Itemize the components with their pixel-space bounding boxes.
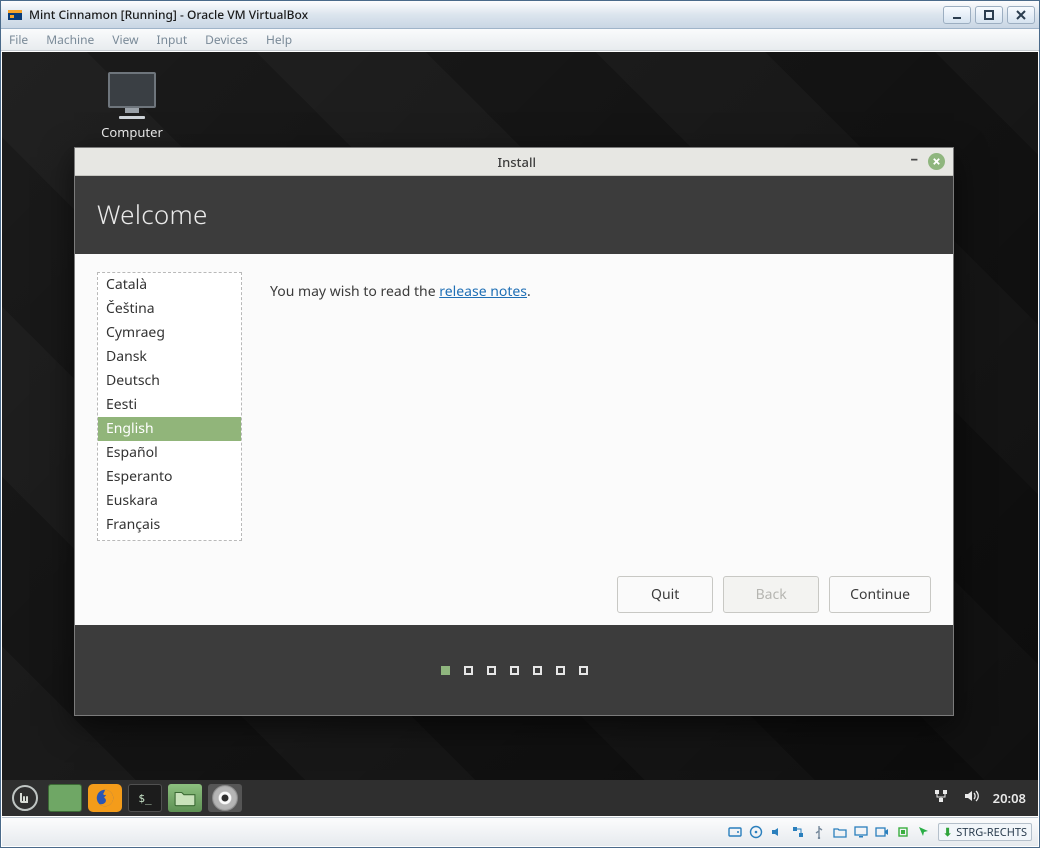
guest-screen: Computer Install – Welcome CatalàČešt (2, 52, 1038, 816)
install-progress-dots (75, 625, 953, 715)
host-close-button[interactable] (1007, 6, 1035, 24)
show-desktop-button[interactable] (48, 784, 82, 812)
language-option[interactable]: Esperanto (98, 465, 241, 489)
install-window-title: Install (123, 153, 910, 171)
language-option[interactable]: Euskara (98, 489, 241, 513)
install-actions: Quit Back Continue (617, 576, 931, 613)
progress-dot (556, 666, 565, 675)
sb-mouse-icon[interactable] (915, 824, 932, 841)
install-close-button[interactable] (928, 153, 945, 170)
language-option[interactable]: Čeština (98, 297, 241, 321)
progress-dot (533, 666, 542, 675)
language-option[interactable]: Deutsch (98, 369, 241, 393)
install-body: CatalàČeštinaCymraegDanskDeutschEestiEng… (75, 254, 953, 625)
volume-icon[interactable] (963, 788, 979, 808)
language-list[interactable]: CatalàČeštinaCymraegDanskDeutschEestiEng… (97, 272, 242, 541)
sb-audio-icon[interactable] (768, 824, 785, 841)
install-window: Install – Welcome CatalàČeštinaCymraegDa… (74, 147, 954, 716)
sb-display-icon[interactable] (852, 824, 869, 841)
sb-harddisk-icon[interactable] (726, 824, 743, 841)
system-tray: 20:08 (933, 788, 1032, 808)
taskbar-terminal[interactable]: $_ (128, 784, 162, 812)
virtualbox-icon (7, 7, 23, 23)
progress-dot (464, 666, 473, 675)
menu-file[interactable]: File (9, 31, 28, 48)
continue-button[interactable]: Continue (829, 576, 931, 613)
computer-icon (108, 72, 156, 108)
language-option[interactable]: Français (98, 513, 241, 537)
host-minimize-button[interactable] (943, 6, 971, 24)
sb-recording-icon[interactable] (873, 824, 890, 841)
mint-logo-icon (12, 785, 38, 811)
language-option[interactable]: Gaeilge (98, 537, 241, 541)
language-option[interactable]: Español (98, 441, 241, 465)
back-button: Back (723, 576, 819, 613)
language-option[interactable]: Cymraeg (98, 321, 241, 345)
taskbar-files[interactable] (168, 784, 202, 812)
language-option[interactable]: Dansk (98, 345, 241, 369)
progress-dot (441, 666, 450, 675)
cd-icon (212, 785, 238, 811)
install-minimize-button[interactable]: – (910, 149, 918, 169)
mint-menu-button[interactable] (8, 784, 42, 812)
progress-dot (510, 666, 519, 675)
virtualbox-window: Mint Cinnamon [Running] - Oracle VM Virt… (0, 0, 1040, 848)
host-key-indicator[interactable]: ⬇ STRG-RECHTS (938, 823, 1032, 841)
computer-icon-stand (119, 116, 145, 119)
host-maximize-button[interactable] (975, 6, 1003, 24)
menu-view[interactable]: View (112, 31, 138, 48)
install-titlebar[interactable]: Install – (75, 148, 953, 176)
taskbar-installer[interactable] (208, 784, 242, 812)
mint-taskbar: $_ 20:08 (2, 780, 1038, 816)
language-option[interactable]: English (98, 417, 241, 441)
progress-dot (487, 666, 496, 675)
install-heading: Welcome (75, 176, 953, 254)
body-text-suffix: . (527, 282, 531, 301)
menu-machine[interactable]: Machine (46, 31, 94, 48)
install-body-text: You may wish to read the release notes. (270, 272, 931, 625)
host-window-title: Mint Cinnamon [Running] - Oracle VM Virt… (29, 6, 308, 23)
taskbar-firefox[interactable] (88, 784, 122, 812)
host-key-label: STRG-RECHTS (956, 825, 1027, 840)
body-text-prefix: You may wish to read the (270, 282, 439, 301)
desktop-icon-computer[interactable]: Computer (92, 72, 172, 141)
menu-input[interactable]: Input (157, 31, 188, 48)
host-titlebar[interactable]: Mint Cinnamon [Running] - Oracle VM Virt… (1, 1, 1039, 29)
sb-usb-icon[interactable] (810, 824, 827, 841)
language-option[interactable]: Eesti (98, 393, 241, 417)
progress-dot (579, 666, 588, 675)
host-menubar: File Machine View Input Devices Help (1, 29, 1039, 51)
sb-cpu-icon[interactable] (894, 824, 911, 841)
sb-optical-icon[interactable] (747, 824, 764, 841)
language-option[interactable]: Català (98, 273, 241, 297)
menu-devices[interactable]: Devices (205, 31, 248, 48)
mint-desktop[interactable]: Computer Install – Welcome CatalàČešt (2, 52, 1038, 816)
host-statusbar: ⬇ STRG-RECHTS (2, 817, 1038, 846)
network-icon[interactable] (933, 788, 949, 808)
release-notes-link[interactable]: release notes (439, 282, 527, 301)
quit-button[interactable]: Quit (617, 576, 713, 613)
hostkey-arrow-icon: ⬇ (943, 825, 952, 840)
desktop-icon-label: Computer (92, 123, 172, 141)
sb-shared-folder-icon[interactable] (831, 824, 848, 841)
sb-network-icon[interactable] (789, 824, 806, 841)
menu-help[interactable]: Help (266, 31, 292, 48)
taskbar-clock[interactable]: 20:08 (993, 789, 1026, 807)
